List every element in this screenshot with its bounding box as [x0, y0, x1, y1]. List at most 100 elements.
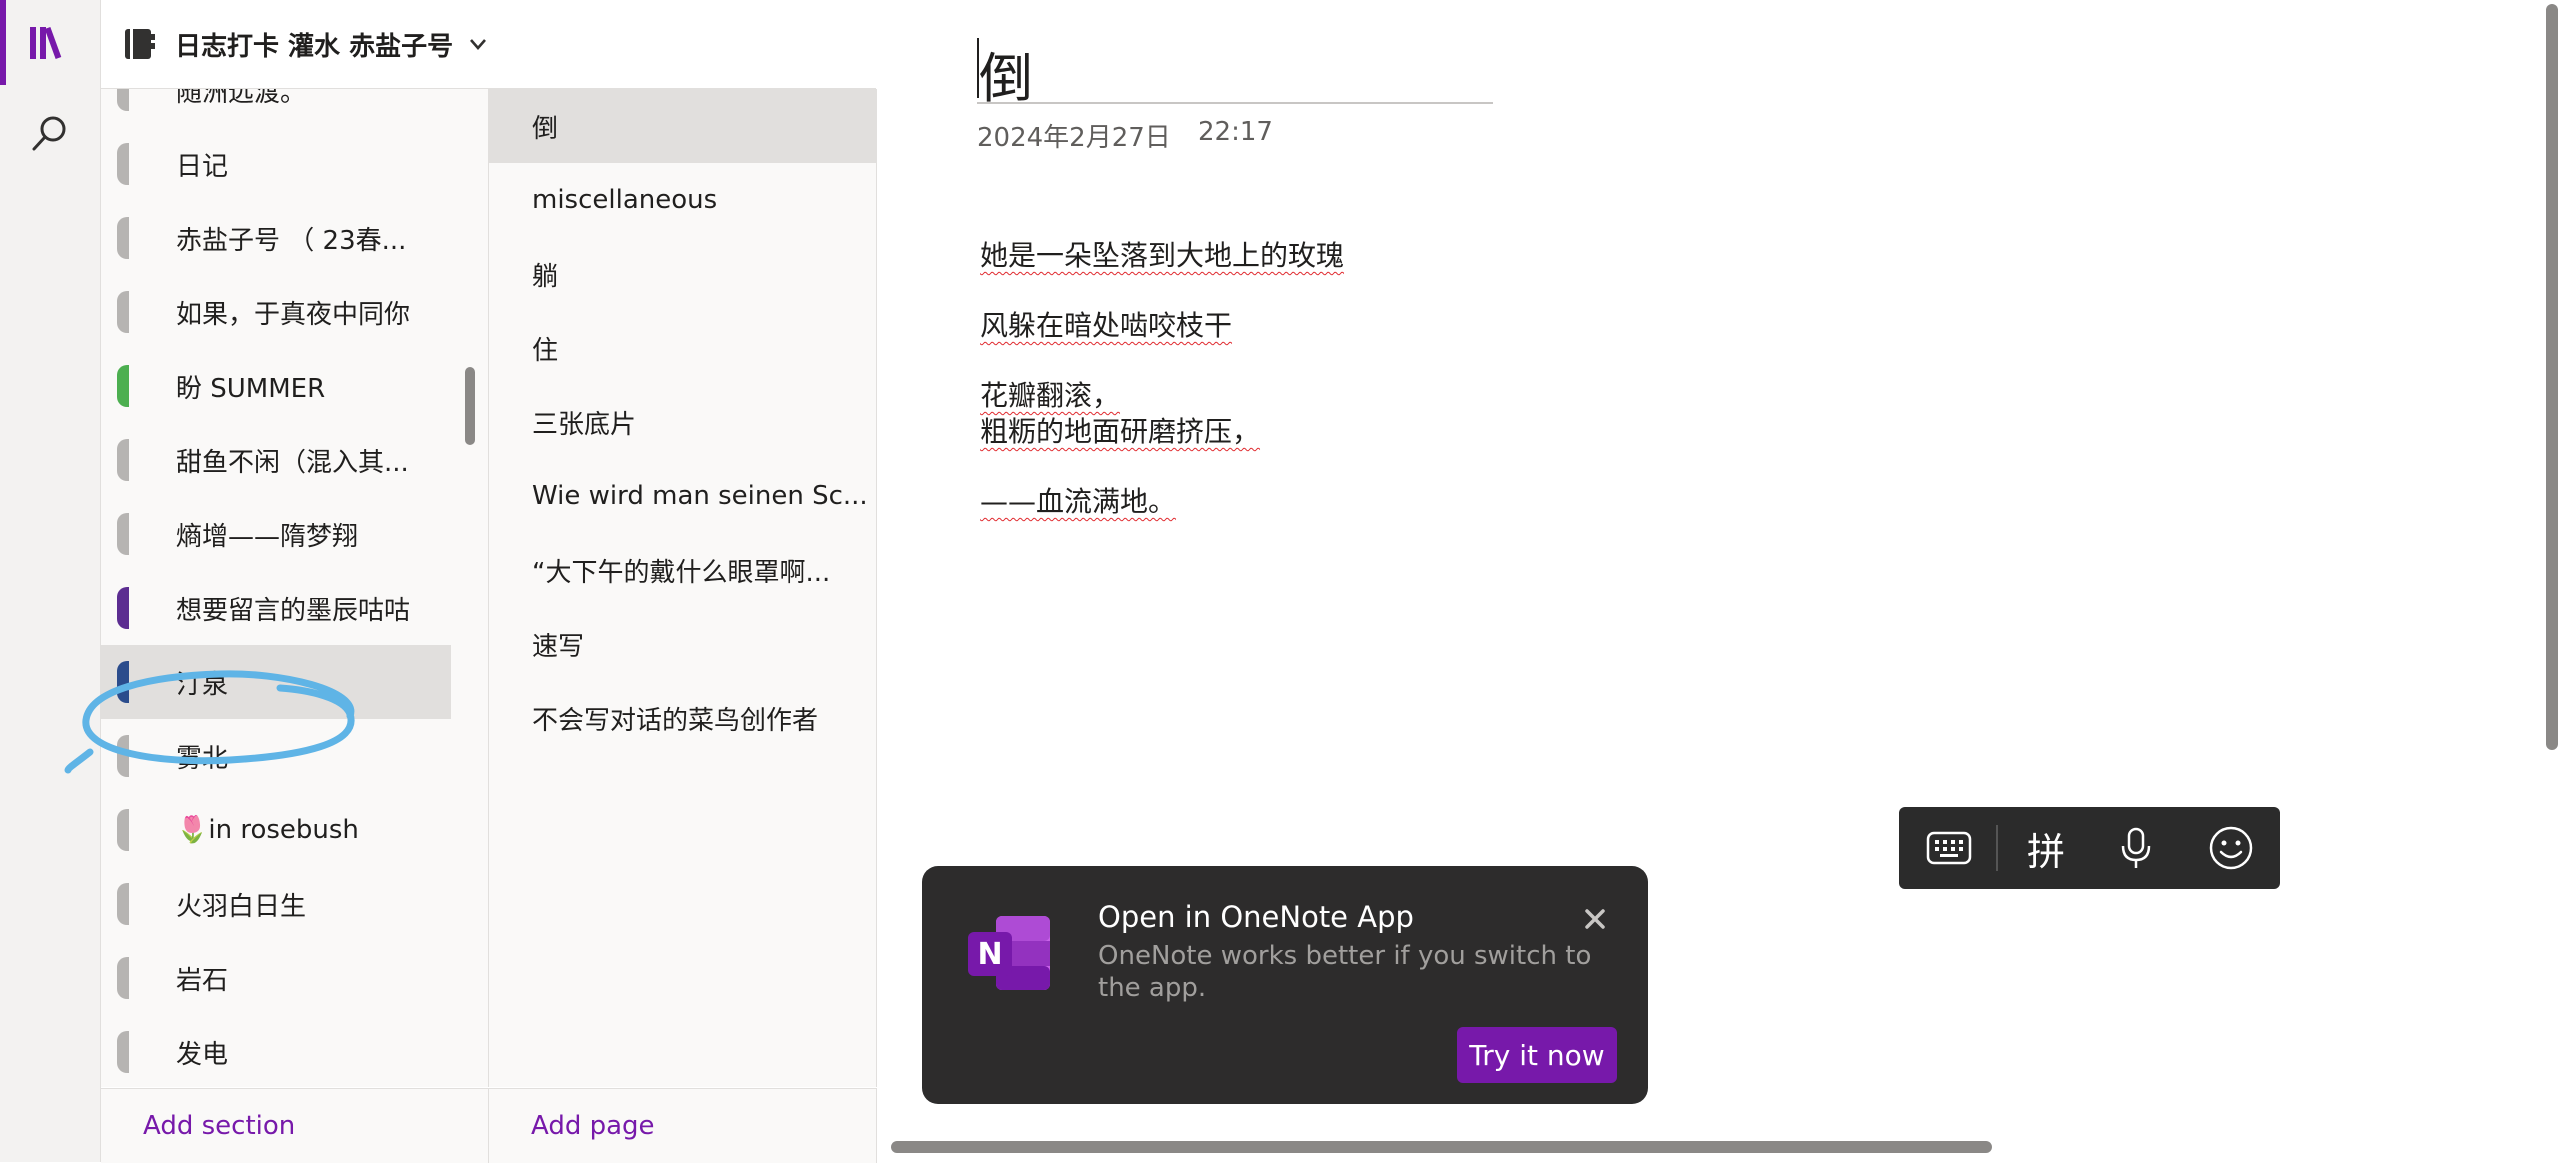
- ime-keyboard-button[interactable]: [1913, 807, 1985, 889]
- onenote-logo-icon: N: [968, 916, 1050, 990]
- section-label: 火羽白日生: [176, 891, 307, 922]
- add-page-bar: Add page: [489, 1088, 877, 1163]
- section-item[interactable]: 发电: [101, 1015, 451, 1087]
- section-color-tab: [117, 143, 129, 185]
- section-color-tab: [117, 89, 129, 111]
- page-item[interactable]: Wie wird man seinen Sc...: [489, 459, 876, 533]
- section-item[interactable]: 岩石: [101, 941, 451, 1015]
- section-label: 如果，于真夜中同你: [176, 299, 411, 330]
- section-color-tab: [117, 291, 129, 333]
- note-line[interactable]: 粗粝的地面研磨挤压，: [980, 410, 1260, 450]
- section-item[interactable]: 雾北: [101, 719, 451, 793]
- page-item[interactable]: 不会写对话的菜鸟创作者: [489, 681, 876, 755]
- close-icon[interactable]: [1580, 904, 1610, 934]
- section-label: 汀泉: [176, 669, 229, 700]
- section-item[interactable]: 甜鱼不闲（混入其...: [101, 423, 451, 497]
- pinyin-label: 拼: [2026, 829, 2065, 874]
- page-date: 2024年2月27日: [977, 123, 1171, 153]
- page-label: 不会写对话的菜鸟创作者: [532, 705, 819, 736]
- section-label: 日记: [176, 151, 229, 182]
- section-item[interactable]: 日记: [101, 127, 451, 201]
- search-button[interactable]: [0, 90, 100, 175]
- section-color-tab: [117, 217, 129, 259]
- page-item[interactable]: 住: [489, 311, 876, 385]
- sections-scrollbar[interactable]: [465, 367, 475, 445]
- ime-emoji-button[interactable]: [2191, 807, 2271, 889]
- section-color-tab: [117, 365, 129, 407]
- notebook-header[interactable]: 日志打卡 灌水 赤盐子号: [101, 0, 876, 89]
- page-item[interactable]: 三张底片: [489, 385, 876, 459]
- section-item[interactable]: 盼 SUMMER: [101, 349, 451, 423]
- add-section-button[interactable]: Add section: [143, 1111, 295, 1141]
- page-item[interactable]: 躺: [489, 237, 876, 311]
- page-label: 速写: [532, 631, 585, 662]
- svg-text:N: N: [977, 937, 1002, 972]
- section-label: 发电: [176, 1039, 229, 1070]
- microphone-icon: [2121, 827, 2151, 868]
- section-color-tab: [117, 661, 129, 703]
- page-item[interactable]: miscellaneous: [489, 163, 876, 237]
- toast-title: Open in OneNote App: [1098, 900, 1414, 934]
- try-it-now-button[interactable]: Try it now: [1457, 1027, 1617, 1083]
- page-label: 躺: [532, 261, 559, 292]
- notebook-title: 日志打卡 灌水 赤盐子号: [175, 31, 454, 62]
- sections-pane: 发电 岩石 火羽白日生 🌷in rosebush 雾北 汀泉 想要留言的墨辰咕咕 熵增——隋梦…: [101, 89, 489, 1087]
- open-in-app-toast: N Open in OneNote App OneNote works bett…: [922, 866, 1648, 1104]
- section-label: 🌷in rosebush: [176, 815, 359, 845]
- section-color-tab: [117, 809, 129, 851]
- app-rail: [0, 0, 101, 1162]
- page-label: Wie wird man seinen Sc...: [532, 481, 868, 511]
- section-label: 甜鱼不闲（混入其...: [176, 447, 409, 478]
- section-item[interactable]: 🌷in rosebush: [101, 793, 451, 867]
- section-color-tab: [117, 587, 129, 629]
- keyboard-icon: [1926, 831, 1972, 865]
- section-color-tab: [117, 957, 129, 999]
- chevron-down-icon: [470, 39, 487, 50]
- note-line[interactable]: ——血流满地。: [980, 480, 1176, 520]
- section-label: 岩石: [176, 965, 229, 996]
- add-page-button[interactable]: Add page: [531, 1111, 655, 1141]
- note-line[interactable]: 花瓣翻滚，: [980, 374, 1120, 414]
- notebook-icon: [125, 29, 155, 59]
- section-item[interactable]: 想要留言的墨辰咕咕: [101, 571, 451, 645]
- section-label: 赤盐子号 （ 23春...: [176, 225, 407, 256]
- page-label: miscellaneous: [532, 185, 718, 215]
- vertical-scrollbar[interactable]: [2546, 4, 2558, 750]
- section-color-tab: [117, 439, 129, 481]
- add-section-bar: Add section: [101, 1088, 489, 1163]
- page-label: 住: [532, 335, 559, 366]
- section-label: 盼 SUMMER: [176, 373, 326, 404]
- section-item[interactable]: 赤盐子号 （ 23春...: [101, 201, 451, 275]
- section-item[interactable]: 火羽白日生: [101, 867, 451, 941]
- section-color-tab: [117, 735, 129, 777]
- note-line[interactable]: 风躲在暗处啮咬枝干: [980, 304, 1232, 344]
- section-label: 随洲远渡。: [176, 89, 307, 108]
- title-underline: [977, 102, 1493, 104]
- page-time: 22:17: [1198, 117, 1273, 147]
- section-label: 雾北: [176, 743, 229, 774]
- section-label: 想要留言的墨辰咕咕: [176, 595, 411, 626]
- ime-pinyin-button[interactable]: 拼: [2009, 807, 2083, 889]
- page-item[interactable]: 速写: [489, 607, 876, 681]
- section-item[interactable]: 随洲远渡。: [101, 89, 451, 127]
- ime-mic-button[interactable]: [2099, 807, 2173, 889]
- section-item[interactable]: 熵增——隋梦翔: [101, 497, 451, 571]
- emoji-icon: [2209, 826, 2253, 870]
- toast-description: OneNote works better if you switch to th…: [1098, 941, 1592, 1003]
- section-color-tab: [117, 1031, 129, 1073]
- horizontal-scrollbar[interactable]: [891, 1141, 1992, 1153]
- notebooks-button[interactable]: [0, 0, 100, 85]
- note-line[interactable]: 她是一朵坠落到大地上的玫瑰: [980, 234, 1344, 274]
- section-item[interactable]: 如果，于真夜中同你: [101, 275, 451, 349]
- page-label: 三张底片: [532, 409, 637, 440]
- page-item[interactable]: 倒: [489, 89, 876, 163]
- page-label: 倒: [532, 113, 559, 144]
- ime-toolbar: 拼: [1899, 807, 2280, 889]
- pages-pane: 倒 miscellaneous 躺住三张底片 Wie wird man seinen …: [489, 89, 877, 1087]
- section-color-tab: [117, 883, 129, 925]
- search-icon: [32, 116, 66, 150]
- ime-separator: [1996, 825, 1998, 871]
- page-item[interactable]: “大下午的戴什么眼罩啊...: [489, 533, 876, 607]
- section-item[interactable]: 汀泉: [101, 645, 451, 719]
- notebooks-icon: [30, 26, 62, 59]
